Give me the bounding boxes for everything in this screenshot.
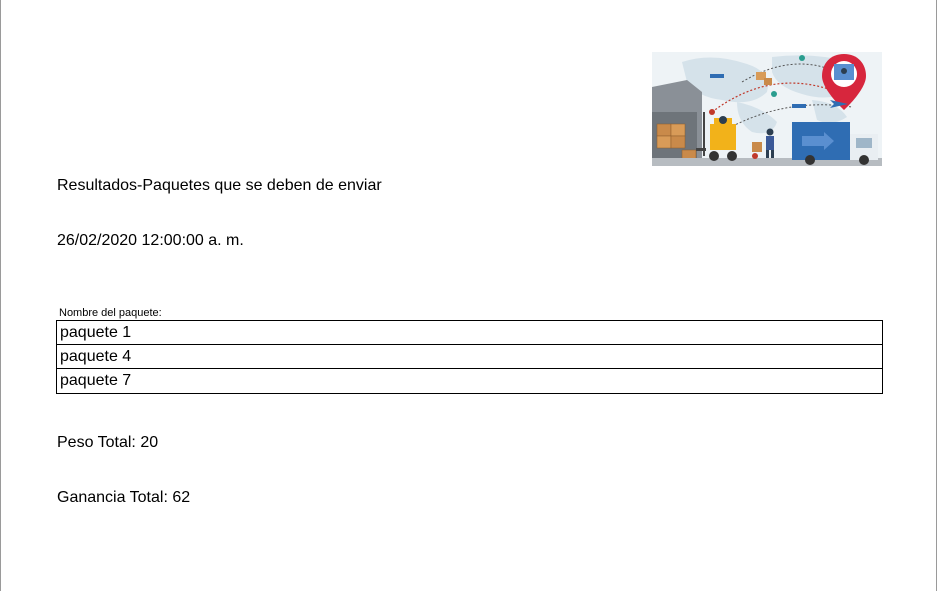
packages-table: paquete 1 paquete 4 paquete 7 xyxy=(56,320,883,394)
table-row: paquete 1 xyxy=(57,321,882,345)
total-weight: Peso Total: 20 xyxy=(57,434,159,451)
logistics-illustration-icon xyxy=(652,52,882,166)
report-date: 26/02/2020 12:00:00 a. m. xyxy=(57,232,244,249)
table-row: paquete 4 xyxy=(57,345,882,369)
total-profit: Ganancia Total: 62 xyxy=(57,489,191,506)
logistics-illustration-image xyxy=(652,52,882,166)
report-title: Resultados-Paquetes que se deben de envi… xyxy=(57,177,382,194)
table-row: paquete 7 xyxy=(60,372,132,389)
package-name-header: Nombre del paquete: xyxy=(59,307,162,319)
report-page: Resultados-Paquetes que se deben de envi… xyxy=(0,0,937,591)
